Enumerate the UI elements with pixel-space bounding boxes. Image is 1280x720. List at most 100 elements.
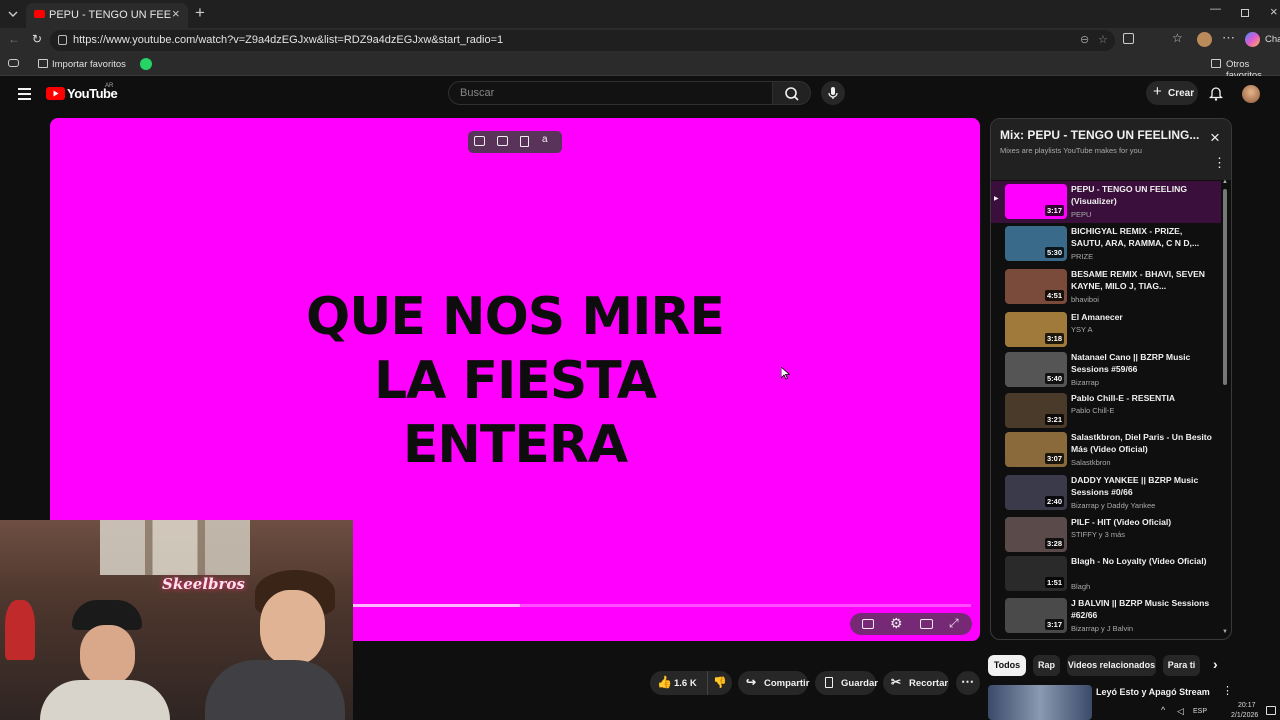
minimize-button[interactable]: —	[1210, 3, 1221, 15]
now-playing-icon: ▶	[994, 196, 999, 202]
notifications-bell-icon[interactable]	[1209, 85, 1223, 101]
chip-for-you[interactable]: Para ti	[1163, 655, 1200, 676]
picture-in-picture-icon[interactable]	[497, 136, 508, 146]
playlist-item[interactable]: 4:51 BESAME REMIX - BHAVI, SEVEN KAYNE, M…	[991, 266, 1221, 308]
playlist-item-channel: Blagh	[1071, 582, 1091, 591]
playlist-item[interactable]: 3:28 PILF - HIT (Video Oficial) STIFFY y 3…	[991, 514, 1221, 556]
like-button[interactable]: 👍 1.6 K	[650, 671, 700, 695]
playlist-title[interactable]: Mix: PEPU - TENGO UN FEELING...	[1000, 128, 1199, 142]
person-left	[40, 600, 170, 720]
address-bar[interactable]: https://www.youtube.com/watch?v=Z9a4dzEG…	[50, 30, 1115, 51]
tab-close-icon[interactable]: ×	[172, 6, 180, 21]
like-count: 1.6 K	[674, 678, 697, 689]
playlist-item[interactable]: 2:40 DADDY YANKEE || BZRP Music Sessions …	[991, 472, 1221, 514]
scroll-down-arrow-icon[interactable]: ▼	[1222, 629, 1228, 635]
person-right	[205, 570, 345, 720]
playlist-item-title: Pablo Chill-E - RESENTIA	[1071, 393, 1176, 403]
profile-avatar[interactable]	[1197, 32, 1212, 47]
playlist-item[interactable]: 3:17 J BALVIN || BZRP Music Sessions #62/…	[991, 595, 1221, 637]
playlist-item-channel: Bizarrap	[1071, 378, 1099, 387]
transcript-icon[interactable]	[520, 136, 529, 147]
clip-button[interactable]: ✂ Recortar	[883, 671, 949, 695]
chip-rap[interactable]: Rap	[1033, 655, 1060, 676]
hamburger-menu-icon[interactable]	[18, 88, 31, 100]
playlist-menu-icon[interactable]: ⋮	[1213, 155, 1226, 171]
clock-date[interactable]: 2/1/2026	[1231, 712, 1258, 719]
search-input[interactable]: Buscar	[448, 81, 773, 105]
playlist-item[interactable]: 3:18 El Amanecer YSY A	[991, 309, 1221, 351]
recommended-menu-icon[interactable]: ⋮	[1222, 684, 1233, 697]
playlist-scrollbar[interactable]	[1223, 189, 1227, 385]
fullscreen-icon[interactable]: ⤢	[949, 616, 959, 631]
theater-mode-icon[interactable]	[920, 619, 933, 629]
playlist-thumbnail: 1:51	[1005, 556, 1067, 591]
playlist-item[interactable]: 3:07 Salastkbron, Diel Paris - Un Besito …	[991, 429, 1221, 471]
duration-badge: 3:18	[1044, 333, 1064, 344]
mouse-cursor-icon	[781, 367, 790, 380]
bookmark-icon	[825, 677, 833, 688]
chip-all[interactable]: Todos	[988, 655, 1026, 676]
mix-playlist-panel: Mix: PEPU - TENGO UN FEELING... Mixes ar…	[990, 118, 1232, 640]
save-button[interactable]: Guardar	[815, 671, 878, 695]
playlist-thumbnail: 3:17	[1005, 184, 1067, 219]
close-playlist-icon[interactable]: ×	[1210, 128, 1220, 148]
share-label: Compartir	[764, 678, 810, 689]
copilot-icon[interactable]	[1245, 32, 1260, 47]
close-window-button[interactable]: ×	[1270, 4, 1278, 19]
zoom-icon[interactable]: ⊖	[1080, 33, 1089, 46]
whatsapp-icon[interactable]	[140, 58, 152, 70]
microphone-icon[interactable]	[821, 81, 845, 105]
volume-icon[interactable]: ◁	[1177, 706, 1184, 717]
more-menu-icon[interactable]: ⋯	[1222, 30, 1235, 46]
playlist-item[interactable]: 5:40 Natanael Cano || BZRP Music Sessions…	[991, 349, 1221, 391]
duration-badge: 3:21	[1044, 414, 1064, 425]
extensions-icon[interactable]	[1123, 33, 1134, 44]
duration-badge: 5:30	[1044, 247, 1064, 258]
settings-gear-icon[interactable]: ⚙	[890, 615, 903, 632]
youtube-logo[interactable]: YouTube AR	[46, 83, 118, 104]
playlist-item-current[interactable]: ▶ 3:17 PEPU - TENGO UN FEELING (Visualizer…	[991, 181, 1221, 223]
translate-icon[interactable]: a	[542, 134, 548, 145]
dislike-button[interactable]: 👎	[707, 671, 732, 695]
more-actions-button[interactable]: ⋯	[956, 671, 980, 695]
browser-tab-active[interactable]: PEPU - TENGO UN FEELING (Visu ×	[26, 3, 188, 28]
clock-time[interactable]: 20:17	[1238, 702, 1256, 709]
maximize-button[interactable]	[1241, 9, 1249, 17]
bookmark-import-favorites[interactable]: Importar favoritos	[52, 59, 126, 70]
video-progress-bar[interactable]	[353, 604, 971, 607]
video-actions: 👍 1.6 K 👎 ↪ Compartir Guardar ✂ Recortar…	[650, 671, 980, 695]
create-button[interactable]: + Crear	[1146, 81, 1198, 105]
notifications-icon[interactable]	[1266, 706, 1276, 715]
language-indicator[interactable]: ESP	[1193, 708, 1207, 715]
favorites-icon[interactable]: ☆	[1172, 31, 1183, 45]
playlist-item-channel: Pablo Chill-E	[1071, 406, 1115, 415]
chips-next-arrow-icon[interactable]: ›	[1213, 656, 1218, 672]
save-label: Guardar	[841, 678, 878, 689]
new-tab-button[interactable]: +	[195, 3, 205, 23]
share-button[interactable]: ↪ Compartir	[738, 671, 810, 695]
duration-badge: 3:17	[1044, 205, 1064, 216]
playlist-item-title: Natanael Cano || BZRP Music Sessions #59…	[1071, 352, 1191, 374]
tab-list-button[interactable]	[4, 5, 22, 23]
reload-icon[interactable]: ↻	[32, 32, 42, 46]
chat-label[interactable]: Cha	[1265, 34, 1280, 45]
reading-view-icon[interactable]	[8, 59, 19, 67]
playlist-item[interactable]: 3:21 Pablo Chill-E - RESENTIA Pablo Chill-…	[991, 390, 1221, 432]
scroll-up-arrow-icon[interactable]: ▲	[1222, 179, 1228, 185]
scissors-icon: ✂	[891, 675, 902, 689]
search-button[interactable]	[773, 81, 811, 105]
back-arrow-icon[interactable]: ←	[8, 32, 20, 46]
playlist-item[interactable]: 1:51 Blagh - No Loyalty (Video Oficial) Bl…	[991, 553, 1221, 595]
tray-chevron-icon[interactable]: ^	[1161, 705, 1165, 715]
duration-badge: 1:51	[1044, 577, 1064, 588]
miniplayer-icon[interactable]	[474, 136, 485, 146]
subtitles-icon[interactable]	[862, 619, 874, 629]
favorite-star-icon[interactable]: ☆	[1098, 33, 1108, 46]
playlist-item[interactable]: 5:30 BICHIGYAL REMIX - PRIZE, SAUTU, ARA,…	[991, 223, 1221, 265]
account-avatar[interactable]	[1242, 85, 1260, 103]
site-info-icon	[58, 35, 67, 45]
plus-icon: +	[1153, 83, 1162, 100]
playlist-item-channel: Bizarrap y Daddy Yankee	[1071, 501, 1156, 510]
chip-related-videos[interactable]: Videos relacionados	[1067, 655, 1156, 676]
playlist-item-channel: Salastkbron	[1071, 458, 1111, 467]
